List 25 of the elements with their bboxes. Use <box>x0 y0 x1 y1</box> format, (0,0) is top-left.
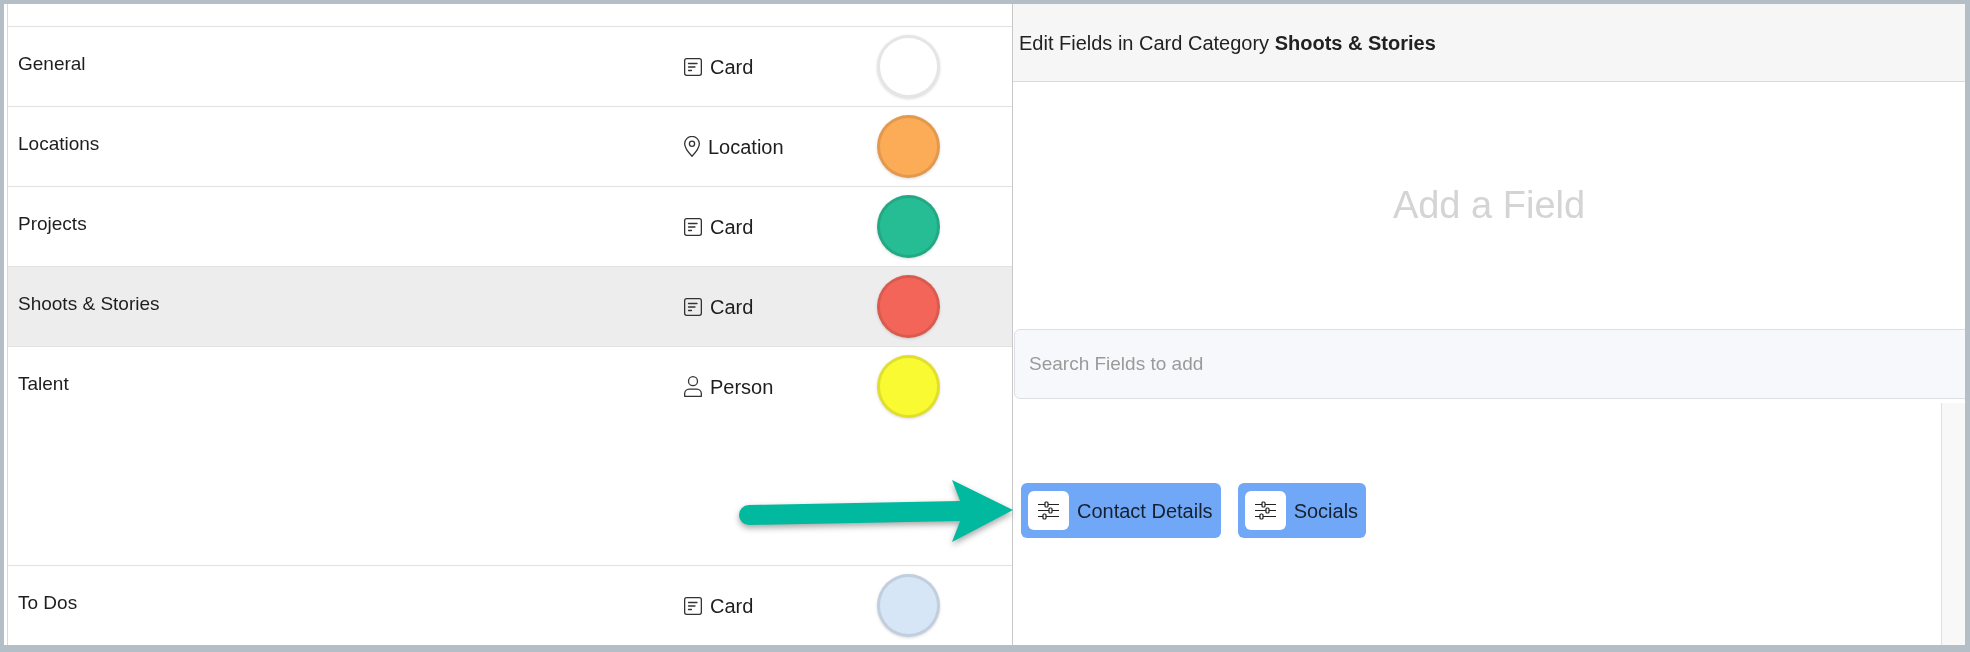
category-row[interactable]: Shoots & Stories Card <box>8 266 1012 346</box>
card-icon <box>684 596 702 615</box>
person-icon <box>684 376 702 397</box>
category-name: Talent <box>18 372 70 397</box>
card-icon <box>684 297 702 316</box>
category-name: To Dos <box>18 591 79 616</box>
category-type: Location <box>708 134 784 160</box>
search-field[interactable]: Search Fields to add <box>1014 329 1965 399</box>
sliders-icon <box>1028 491 1069 530</box>
category-type: Person <box>710 374 774 400</box>
category-type: Card <box>710 294 754 320</box>
map-pin-icon <box>684 136 700 157</box>
category-name: Shoots & Stories <box>18 292 161 317</box>
category-type: Card <box>710 54 754 80</box>
category-name: Locations <box>18 132 101 157</box>
field-chip[interactable]: Socials <box>1237 483 1367 538</box>
card-icon <box>684 57 702 76</box>
category-name: Projects <box>18 212 88 237</box>
sliders-icon <box>1244 491 1286 530</box>
card-icon <box>684 217 702 236</box>
category-type: Card <box>710 214 754 240</box>
category-type: Card <box>710 593 754 619</box>
field-chip[interactable]: Contact Details <box>1021 483 1221 538</box>
panel-title: Edit Fields in Card Category Shoots & Stories <box>1019 30 1436 56</box>
category-name: General <box>18 52 87 77</box>
